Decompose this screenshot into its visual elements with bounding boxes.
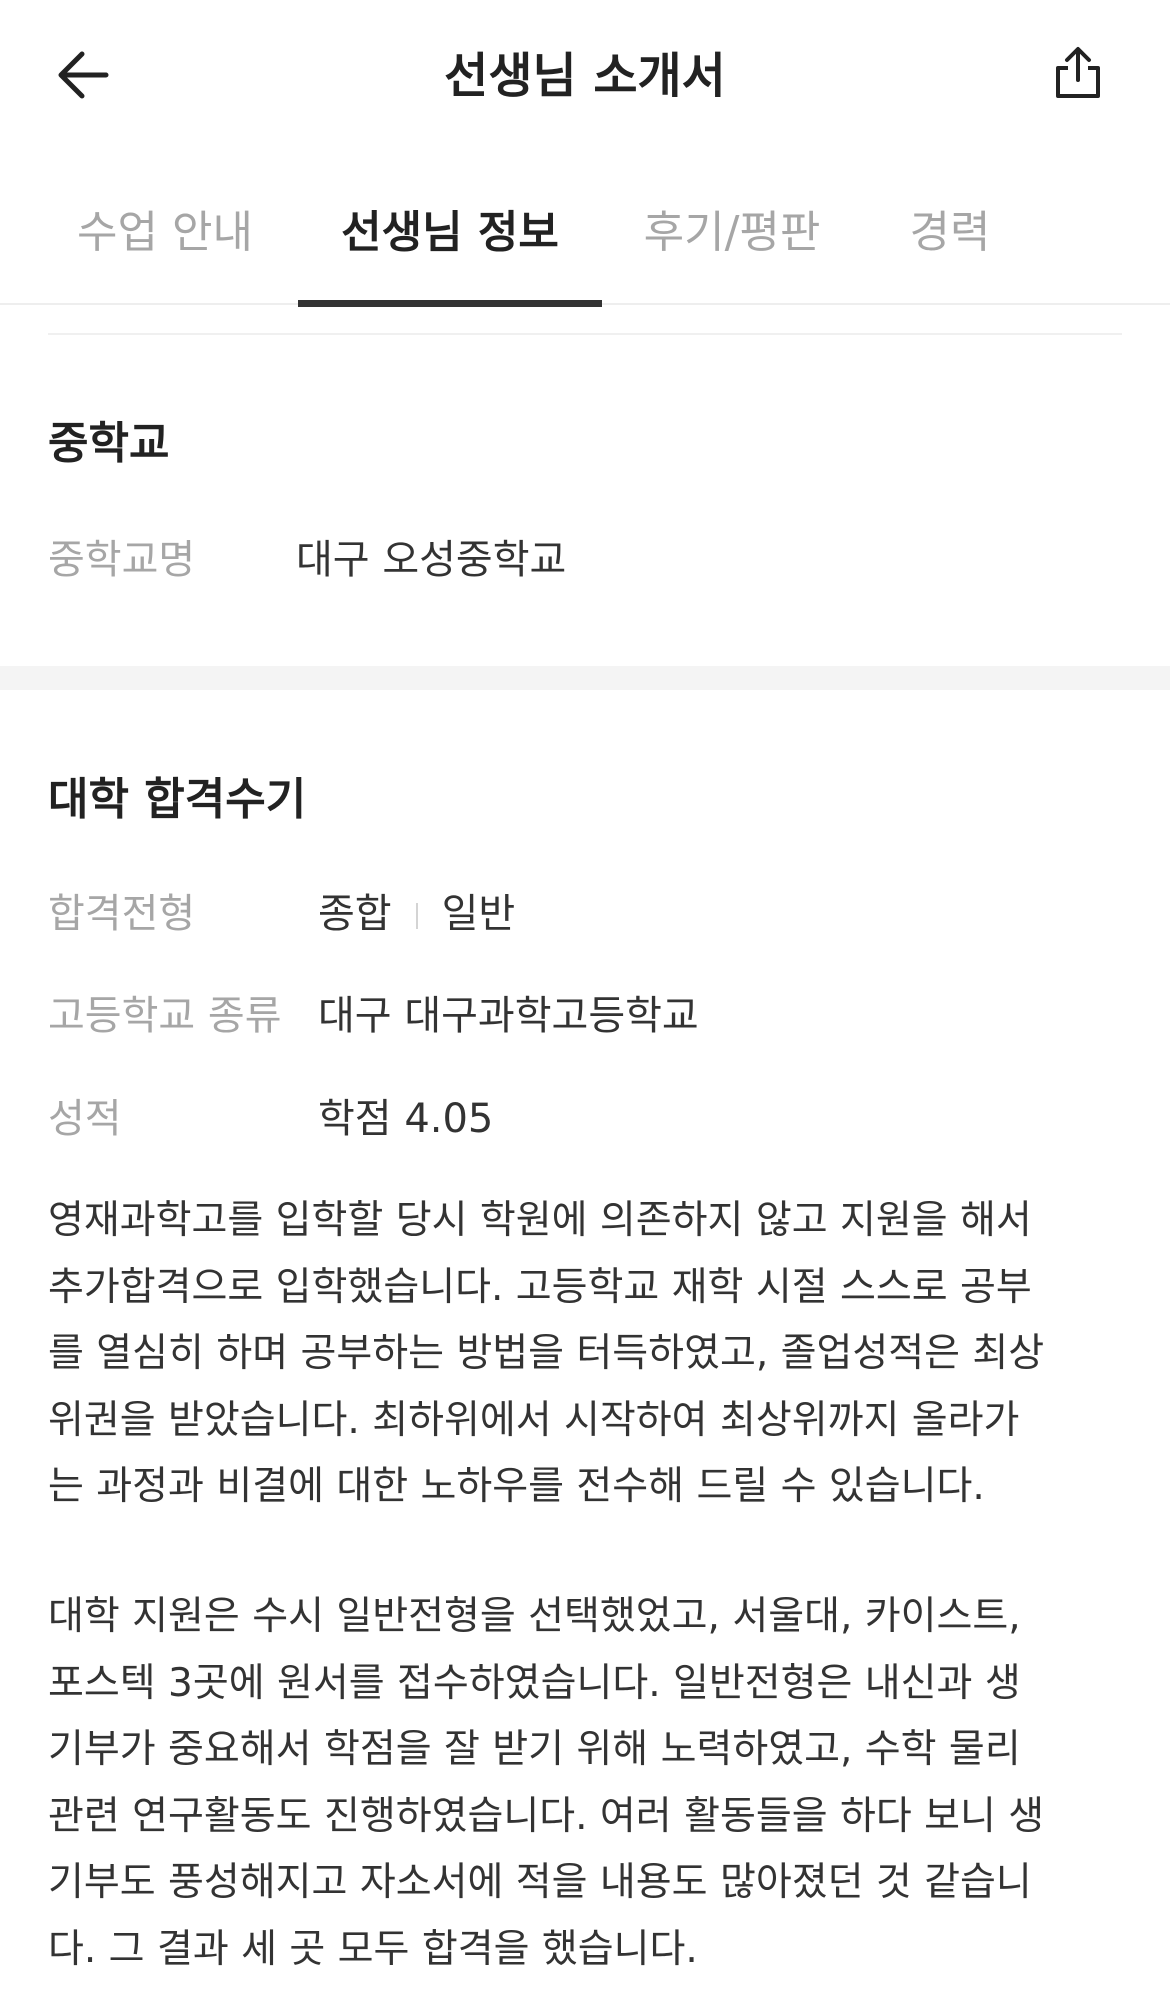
tag-separator [415, 903, 418, 929]
tab-career[interactable]: 경력 [870, 190, 1030, 305]
high-school-type-label: 고등학교 종류 [48, 993, 282, 1039]
middle-school-title: 중학교 [48, 418, 170, 469]
page-title: 선생님 소개서 [444, 48, 726, 104]
admission-type-label: 합격전형 [48, 891, 196, 937]
tab-teacher-info[interactable]: 선생님 정보 [298, 190, 602, 307]
grade-value: 학점 4.05 [318, 1096, 494, 1142]
middle-school-name-value: 대구 오성중학교 [296, 537, 567, 583]
top-app-bar: 선생님 소개서 [0, 0, 1170, 150]
admission-type-tags: 종합 일반 [318, 886, 515, 942]
high-school-type-value: 대구 대구과학고등학교 [318, 993, 699, 1039]
admission-type-tag: 종합 [318, 891, 392, 937]
tab-class-info[interactable]: 수업 안내 [40, 190, 290, 305]
middle-school-name-label: 중학교명 [48, 537, 196, 583]
grade-label: 성적 [48, 1096, 122, 1142]
admission-story-paragraph-2: 대학 지원은 수시 일반전형을 선택했었고, 서울대, 카이스트, 포스텍 3곳… [48, 1594, 1045, 1972]
admission-story-paragraph-1: 영재과학고를 입학할 당시 학원에 의존하지 않고 지원을 해서 추가합격으로 … [48, 1198, 1045, 1509]
share-icon [1050, 46, 1106, 106]
share-button[interactable] [1040, 38, 1116, 114]
tab-reviews[interactable]: 후기/평판 [612, 190, 852, 305]
section-separator [0, 666, 1170, 690]
admission-type-tag: 일반 [441, 891, 516, 937]
divider [48, 333, 1122, 335]
tab-bar: 수업 안내 선생님 정보 후기/평판 경력 [0, 190, 1170, 307]
admission-title: 대학 합격수기 [48, 774, 307, 825]
